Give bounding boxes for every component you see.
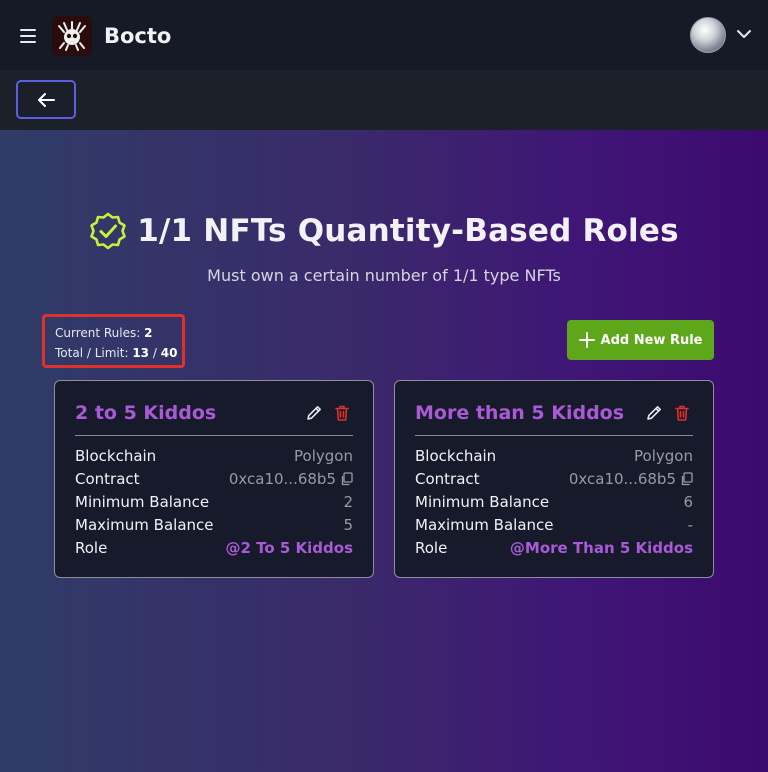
rule-row-min-balance: Minimum Balance 6 bbox=[415, 490, 693, 513]
row-value: 0xca10...68b5 bbox=[569, 470, 693, 488]
rule-row-max-balance: Maximum Balance 5 bbox=[75, 513, 353, 536]
total-limit-stat: Total / Limit: 13 / 40 bbox=[55, 343, 182, 363]
rule-card-title: More than 5 Kiddos bbox=[415, 402, 625, 424]
total-limit-separator: / bbox=[152, 346, 157, 360]
row-value: 5 bbox=[343, 515, 353, 534]
row-value: 2 bbox=[343, 492, 353, 511]
row-value: Polygon bbox=[294, 446, 353, 465]
rules-stats: Current Rules: 2 Total / Limit: 13 / 40 bbox=[42, 314, 185, 368]
row-label: Maximum Balance bbox=[75, 515, 214, 534]
row-label: Role bbox=[415, 538, 448, 557]
delete-trash-icon[interactable] bbox=[673, 404, 691, 422]
row-value: Polygon bbox=[634, 446, 693, 465]
add-new-rule-button[interactable]: Add New Rule bbox=[567, 320, 714, 360]
edit-pencil-icon[interactable] bbox=[305, 404, 323, 422]
current-rules-stat: Current Rules: 2 bbox=[55, 323, 182, 343]
card-divider bbox=[415, 435, 693, 436]
role-value: @2 To 5 Kiddos bbox=[225, 538, 353, 557]
row-value: 6 bbox=[683, 492, 693, 511]
rule-row-role: Role @More Than 5 Kiddos bbox=[415, 536, 693, 559]
delete-trash-icon[interactable] bbox=[333, 404, 351, 422]
row-label: Contract bbox=[415, 469, 480, 488]
contract-address: 0xca10...68b5 bbox=[568, 469, 676, 488]
row-label: Maximum Balance bbox=[415, 515, 554, 534]
app-name[interactable]: Bocto bbox=[104, 24, 171, 48]
row-label: Minimum Balance bbox=[75, 492, 210, 511]
page-heading: 1/1 NFTs Quantity-Based Roles bbox=[137, 213, 679, 249]
rule-row-max-balance: Maximum Balance - bbox=[415, 513, 693, 536]
page-title: 1/1 NFTs Quantity-Based Roles bbox=[0, 212, 768, 250]
current-rules-value: 2 bbox=[144, 326, 153, 340]
row-label: Minimum Balance bbox=[415, 492, 550, 511]
card-divider bbox=[75, 435, 353, 436]
rule-row-blockchain: Blockchain Polygon bbox=[75, 444, 353, 467]
rule-row-contract: Contract 0xca10...68b5 bbox=[415, 467, 693, 490]
verified-badge-icon bbox=[90, 212, 127, 250]
back-button[interactable] bbox=[16, 80, 76, 119]
rule-card: More than 5 Kiddos Blockchain Polygon Co… bbox=[394, 380, 714, 578]
row-label: Role bbox=[75, 538, 108, 557]
hamburger-menu-icon[interactable] bbox=[20, 29, 36, 43]
bocto-logo[interactable] bbox=[52, 16, 92, 56]
copy-icon[interactable] bbox=[340, 471, 353, 486]
edit-pencil-icon[interactable] bbox=[645, 404, 663, 422]
rule-row-contract: Contract 0xca10...68b5 bbox=[75, 467, 353, 490]
total-limit-label: Total / Limit: bbox=[55, 346, 129, 360]
arrow-left-icon bbox=[38, 92, 55, 107]
user-avatar[interactable] bbox=[690, 17, 726, 53]
rule-card: 2 to 5 Kiddos Blockchain Polygon Contrac… bbox=[54, 380, 374, 578]
row-label: Blockchain bbox=[75, 446, 157, 465]
top-navigation-bar: Bocto bbox=[0, 0, 768, 70]
add-new-rule-label: Add New Rule bbox=[600, 332, 703, 348]
limit-value: 40 bbox=[160, 346, 178, 360]
rule-row-role: Role @2 To 5 Kiddos bbox=[75, 536, 353, 559]
row-label: Contract bbox=[75, 469, 140, 488]
total-value: 13 bbox=[132, 346, 150, 360]
row-value: - bbox=[687, 515, 693, 534]
rule-row-min-balance: Minimum Balance 2 bbox=[75, 490, 353, 513]
plus-icon bbox=[578, 332, 595, 348]
sub-toolbar bbox=[0, 70, 768, 130]
rule-row-blockchain: Blockchain Polygon bbox=[415, 444, 693, 467]
contract-address: 0xca10...68b5 bbox=[228, 469, 336, 488]
chevron-down-icon[interactable] bbox=[736, 28, 752, 40]
row-label: Blockchain bbox=[415, 446, 497, 465]
role-value: @More Than 5 Kiddos bbox=[509, 538, 693, 557]
rule-card-title: 2 to 5 Kiddos bbox=[75, 402, 217, 424]
copy-icon[interactable] bbox=[680, 471, 693, 486]
current-rules-label: Current Rules: bbox=[55, 326, 141, 340]
page-subtitle: Must own a certain number of 1/1 type NF… bbox=[207, 266, 561, 285]
row-value: 0xca10...68b5 bbox=[229, 470, 353, 488]
